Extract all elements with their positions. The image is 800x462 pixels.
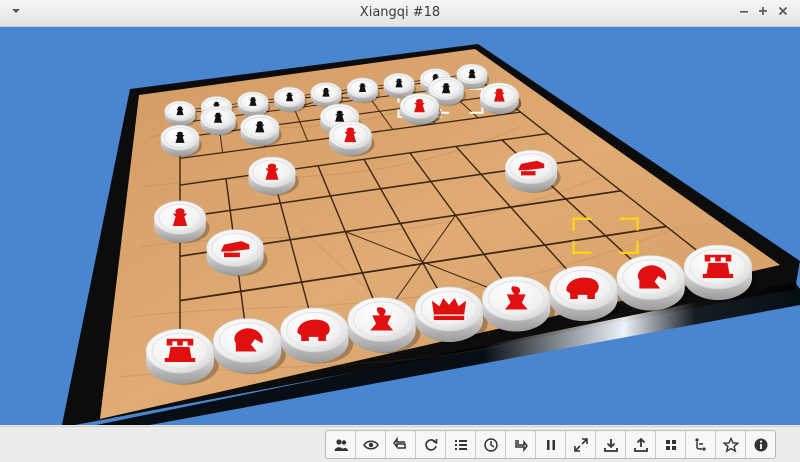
game-scene[interactable] <box>0 27 800 425</box>
minimize-icon[interactable] <box>734 3 754 23</box>
info-icon <box>754 438 767 451</box>
favorite-button[interactable] <box>716 431 746 458</box>
players-button[interactable] <box>326 431 356 458</box>
redo-icon <box>514 439 528 452</box>
save-button[interactable] <box>626 431 656 458</box>
title-bar: Xiangqi #18 <box>0 0 800 27</box>
close-icon[interactable] <box>773 3 793 23</box>
hint-icon <box>694 437 706 451</box>
load-button[interactable] <box>596 431 626 458</box>
toolbar-button-group <box>325 430 776 459</box>
grid-icon <box>665 439 676 450</box>
window-title: Xiangqi #18 <box>359 5 441 20</box>
redo-button[interactable] <box>506 431 536 458</box>
hint-button[interactable] <box>686 431 716 458</box>
clock-button[interactable] <box>476 431 506 458</box>
restart-button[interactable] <box>416 431 446 458</box>
download-icon <box>603 438 618 452</box>
board-3d-view[interactable] <box>0 27 800 425</box>
star-icon <box>722 436 739 453</box>
move-list-button[interactable] <box>446 431 476 458</box>
pause-icon <box>546 439 555 450</box>
about-button[interactable] <box>746 431 775 458</box>
view-button[interactable] <box>356 431 386 458</box>
undo-icon <box>392 436 406 449</box>
undo-button[interactable] <box>386 431 416 458</box>
fullscreen-button[interactable] <box>566 431 596 458</box>
fullscreen-icon <box>573 437 588 452</box>
upload-icon <box>633 437 648 452</box>
eye-icon <box>362 440 379 449</box>
restart-icon <box>424 438 437 451</box>
apps-button[interactable] <box>656 431 686 458</box>
app-window: Xiangqi #18 <box>0 0 800 462</box>
bottom-toolbar <box>0 426 800 462</box>
players-icon <box>334 438 348 451</box>
list-icon <box>454 439 467 450</box>
maximize-icon[interactable] <box>753 3 773 23</box>
clock-icon <box>483 437 498 452</box>
pause-button[interactable] <box>536 431 566 458</box>
